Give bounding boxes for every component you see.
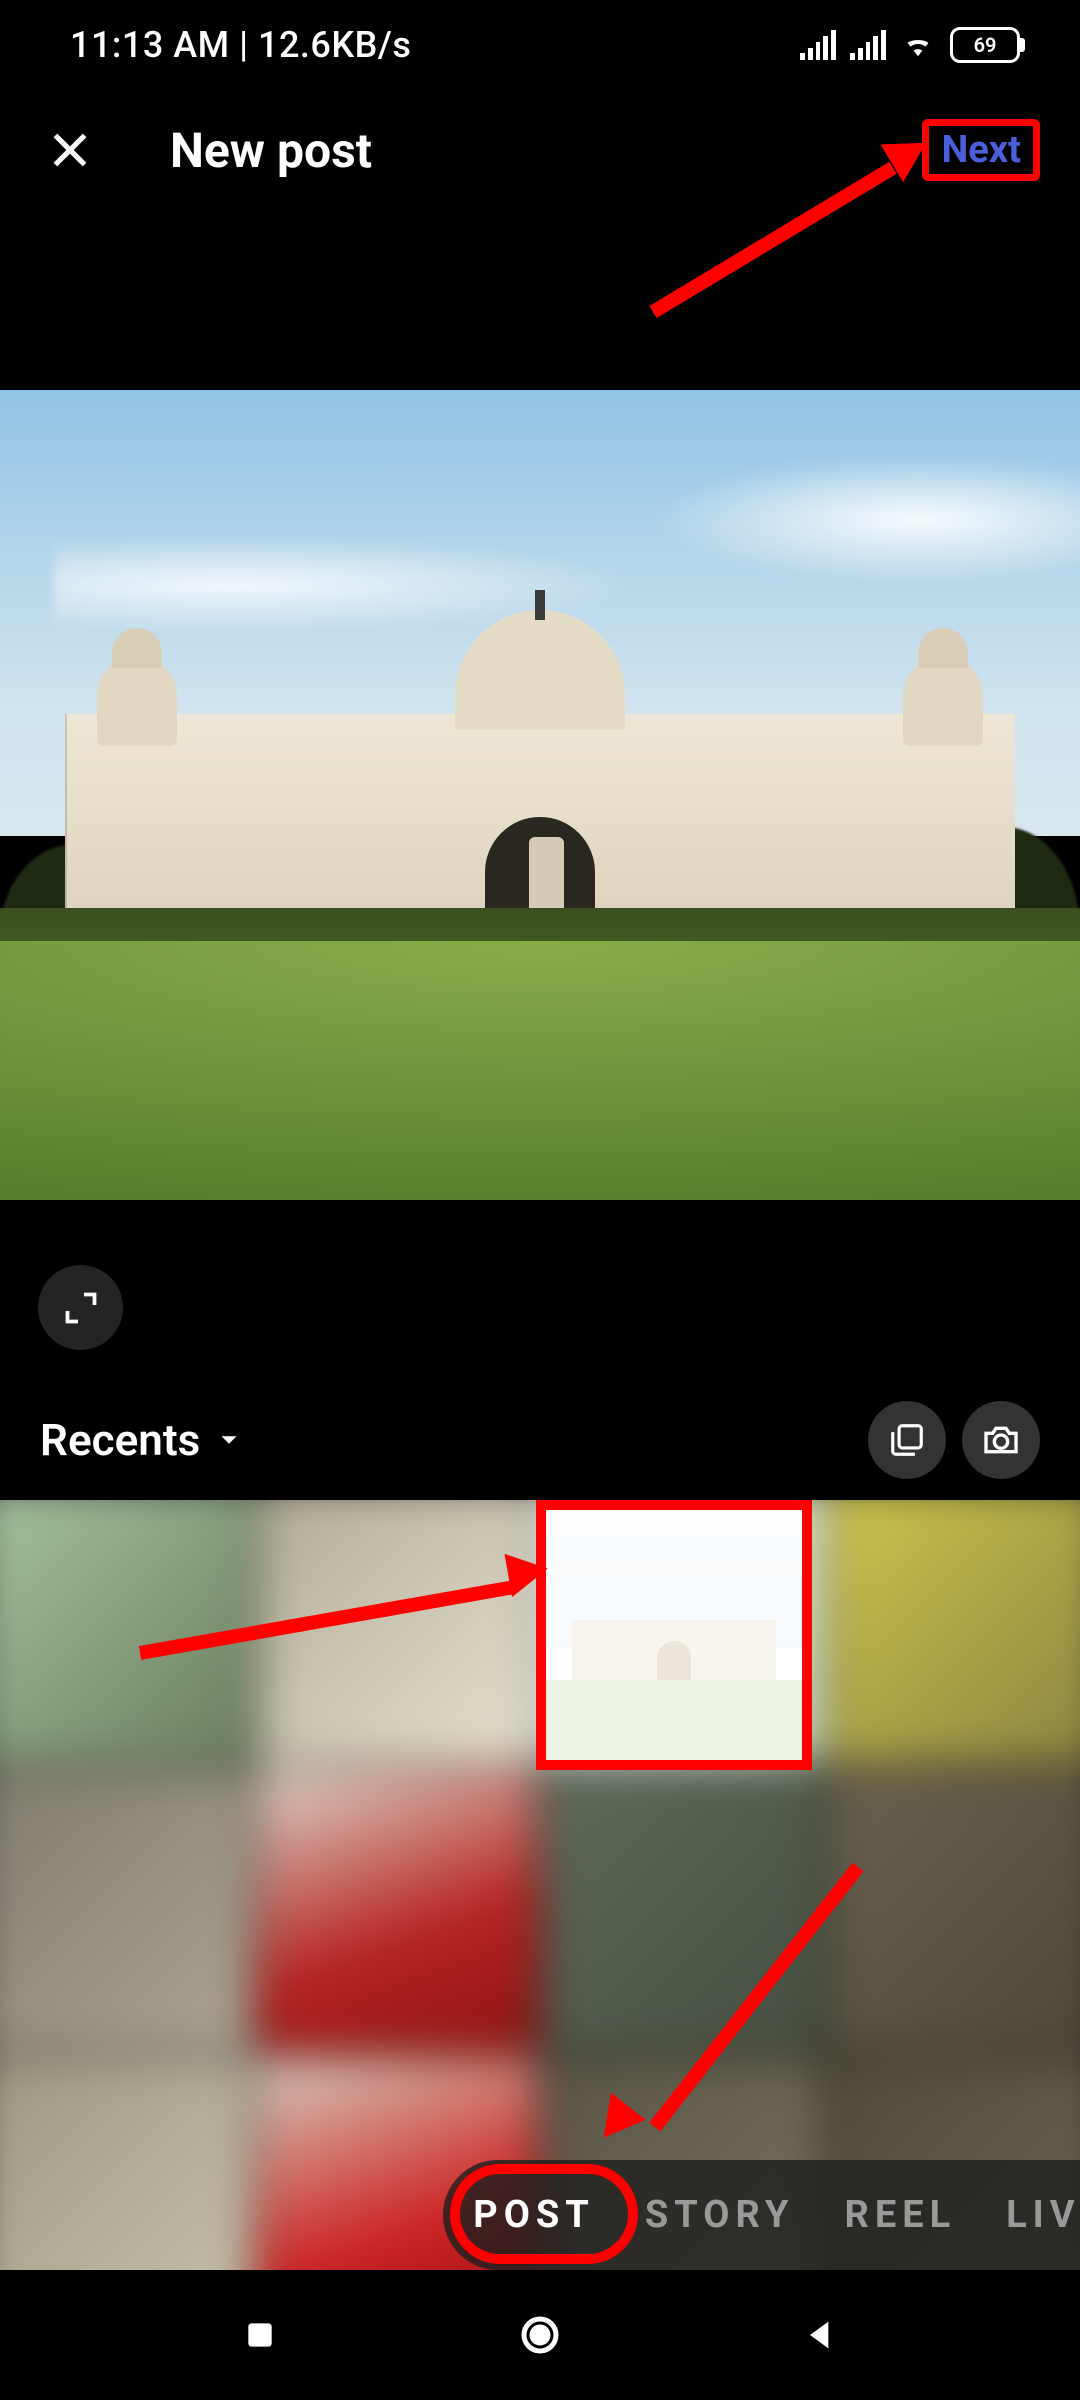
camera-icon: [981, 1420, 1021, 1460]
status-bar: 11:13 AM | 12.6KB/s 69: [0, 0, 1080, 90]
expand-crop-button[interactable]: [38, 1265, 123, 1350]
circle-icon: [516, 2311, 564, 2359]
mode-post[interactable]: POST: [473, 2193, 595, 2237]
photo-preview[interactable]: [0, 210, 1080, 1380]
gallery-thumb[interactable]: [258, 1500, 538, 1764]
mode-reel[interactable]: REEL: [844, 2193, 956, 2237]
close-button[interactable]: [30, 110, 110, 190]
battery-icon: 69: [950, 27, 1020, 63]
selected-photo: [0, 390, 1080, 1200]
gallery-grid[interactable]: POST STORY REEL LIVE: [0, 1500, 1080, 2270]
status-time: 11:13 AM | 12.6KB/s: [70, 24, 411, 66]
layers-icon: [888, 1421, 926, 1459]
gallery-thumb[interactable]: [827, 1768, 1080, 2052]
gallery-thumb[interactable]: [0, 1500, 253, 1764]
multi-select-button[interactable]: [868, 1401, 946, 1479]
signal-icon-2: [850, 30, 886, 60]
album-name-label: Recents: [40, 1414, 200, 1466]
expand-icon: [63, 1290, 99, 1326]
triangle-back-icon: [800, 2315, 840, 2355]
square-icon: [240, 2315, 280, 2355]
gallery-thumb[interactable]: [542, 1768, 822, 2052]
mode-story[interactable]: STORY: [645, 2193, 795, 2237]
album-dropdown[interactable]: Recents: [40, 1414, 244, 1466]
close-icon: [45, 125, 95, 175]
gallery-thumb[interactable]: [258, 1768, 538, 2052]
camera-button[interactable]: [962, 1401, 1040, 1479]
album-selector-row: Recents: [0, 1380, 1080, 1500]
signal-icon: [800, 30, 836, 60]
gallery-thumb[interactable]: [827, 1500, 1080, 1764]
next-button[interactable]: Next: [922, 119, 1040, 181]
gallery-thumb[interactable]: [0, 2056, 253, 2270]
gallery-thumb-selected[interactable]: [536, 1500, 812, 1770]
app-header: New post Next: [0, 90, 1080, 210]
wifi-icon: [900, 30, 936, 60]
system-nav-bar: [0, 2270, 1080, 2400]
back-button[interactable]: [785, 2300, 855, 2370]
status-indicators: 69: [800, 27, 1020, 63]
gallery-thumb[interactable]: [0, 1768, 253, 2052]
page-title: New post: [170, 122, 372, 179]
mode-live[interactable]: LIVE: [1006, 2193, 1080, 2237]
home-button[interactable]: [505, 2300, 575, 2370]
mode-selector[interactable]: POST STORY REEL LIVE: [443, 2160, 1080, 2270]
recents-button[interactable]: [225, 2300, 295, 2370]
chevron-down-icon: [214, 1425, 244, 1455]
battery-percent: 69: [974, 33, 997, 57]
